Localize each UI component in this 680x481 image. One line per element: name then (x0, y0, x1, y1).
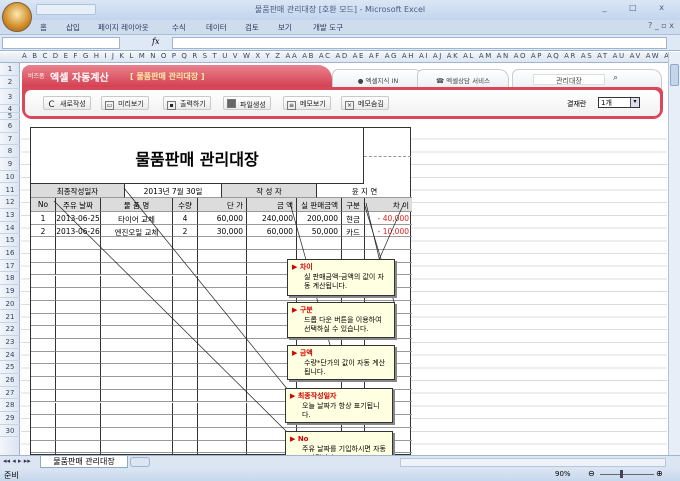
memo-amount: ▶ 금액 수량*단가의 값이 자동 계산됩니다. (287, 345, 395, 380)
memo-category: ▶ 구분 드롭 다운 버튼을 이용하여 선택하실 수 있습니다. (287, 302, 395, 338)
zoom-out-icon[interactable]: ⊖ (588, 469, 595, 478)
zoom-level[interactable]: 90% (555, 470, 571, 478)
status-bar: 준비 90% ⊖ ⊕ (0, 468, 680, 481)
memo-title: 최종작성일자 (297, 392, 337, 400)
sheet-tab[interactable]: 물품판매 관리대장 (40, 456, 128, 468)
horizontal-scrollbar[interactable] (400, 458, 666, 467)
memo-difference: ▶ 차이 실 판매금액-금액의 값이 자동 계산됩니다. (287, 259, 395, 296)
sheet-nav-buttons[interactable]: ◂◂ ◂ ▸ ▸▸ (3, 457, 31, 465)
status-ready: 준비 (4, 471, 19, 480)
memo-last-date: ▶ 최종작성일자 오늘 날짜가 항상 표기됩니다. (285, 388, 393, 423)
memo-body: 오늘 날짜가 항상 표기됩니다. (302, 401, 380, 420)
memo-body: 실 판매금액-금액의 값이 자동 계산됩니다. (304, 272, 385, 291)
zoom-in-icon[interactable]: ⊕ (656, 469, 663, 478)
zoom-slider[interactable] (600, 474, 654, 475)
memo-body: 수량*단가의 값이 자동 계산됩니다. (304, 358, 386, 377)
sheet-tab-bar: ◂◂ ◂ ▸ ▸▸ 물품판매 관리대장 (0, 455, 680, 468)
memo-title: 구분 (299, 306, 313, 314)
insert-sheet-tab[interactable] (130, 457, 150, 467)
memo-title: 금액 (299, 349, 313, 357)
memo-title: No (297, 435, 309, 443)
memo-title: 차이 (299, 263, 313, 271)
zoom-slider-thumb[interactable] (620, 470, 623, 478)
office-button[interactable] (2, 2, 32, 32)
memo-body: 드롭 다운 버튼을 이용하여 선택하실 수 있습니다. (304, 315, 382, 334)
